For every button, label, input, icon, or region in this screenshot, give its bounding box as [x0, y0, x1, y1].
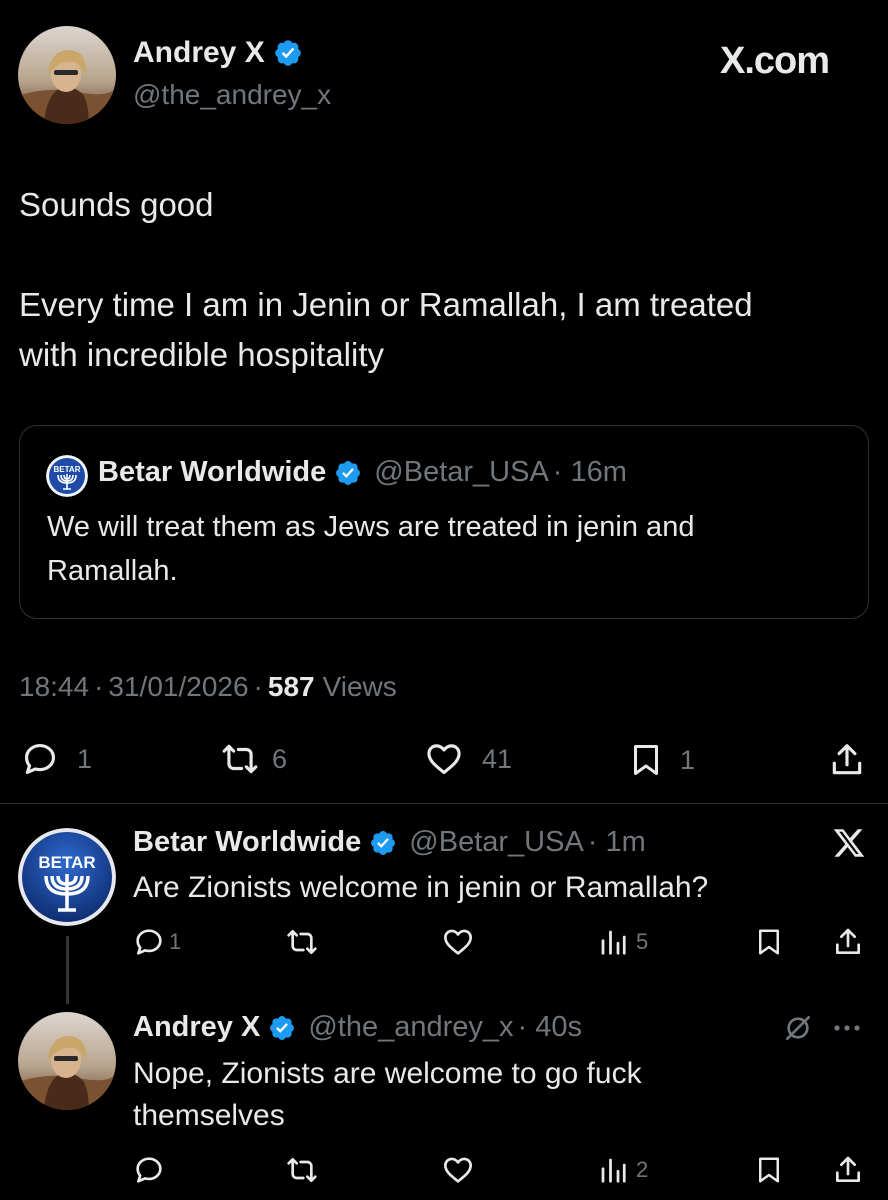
like-icon	[444, 929, 472, 955]
bookmark-count: 1	[680, 744, 696, 775]
bookmark-icon	[759, 1157, 779, 1183]
quote-author-avatar: BETAR	[46, 455, 88, 497]
views-count: 2	[636, 1157, 649, 1182]
reply-icon	[136, 929, 162, 955]
share-icon	[836, 1156, 860, 1182]
reply-author-name[interactable]: Betar Worldwide	[133, 826, 361, 859]
author-name-row: Andrey X	[133, 36, 303, 70]
views-icon	[601, 930, 626, 955]
like-icon	[444, 1157, 472, 1183]
brand-label: X.com	[720, 40, 830, 82]
reply-button[interactable]: 1	[133, 926, 181, 958]
verified-badge-icon	[268, 1014, 296, 1042]
reply-text: Are Zionists welcome in jenin or Ramalla…	[133, 871, 709, 904]
reply-text-line: themselves	[133, 1099, 285, 1132]
reply-author-avatar[interactable]: BETAR	[18, 828, 116, 926]
share-button[interactable]	[832, 926, 864, 958]
tweet-text-line: with incredible hospitality	[19, 336, 385, 373]
quote-timestamp[interactable]: · 16m	[553, 456, 627, 489]
views-button[interactable]: 5	[598, 926, 648, 958]
close-x-icon[interactable]	[832, 826, 866, 860]
share-icon	[832, 744, 862, 775]
tweet-text-line: Every time I am in Jenin or Ramallah, I …	[19, 286, 753, 323]
like-count: 41	[482, 743, 513, 774]
verified-badge-icon	[273, 38, 303, 68]
tweet-text: Sounds good Every time I am in Jenin or …	[19, 180, 753, 380]
tweet-date[interactable]: 31/01/2026	[108, 671, 248, 703]
meta-separator: ·	[253, 671, 263, 702]
betar-avatar-text: BETAR	[38, 853, 95, 872]
share-button[interactable]	[828, 740, 866, 780]
repost-icon	[287, 1158, 317, 1182]
reply-timestamp[interactable]: · 1m	[588, 826, 646, 859]
reply-text-line: Nope, Zionists are welcome to go fuck	[133, 1057, 642, 1090]
reply-header: Andrey X @the_andrey_x · 40s	[133, 1011, 582, 1044]
tweet-meta: 18:44 · 31/01/2026 · 587 Views	[19, 671, 397, 703]
verified-badge-icon	[334, 459, 362, 487]
like-button[interactable]	[441, 1154, 475, 1186]
repost-icon	[222, 744, 258, 774]
quote-text: We will treat them as Jews are treated i…	[47, 505, 694, 593]
reply-button[interactable]: 1	[21, 740, 92, 778]
share-button[interactable]	[832, 1154, 864, 1186]
repost-button[interactable]	[285, 1154, 319, 1186]
bookmark-button[interactable]: 1	[628, 740, 695, 780]
views-button[interactable]: 2	[598, 1154, 648, 1186]
like-button[interactable]: 41	[424, 740, 512, 778]
bookmark-icon	[759, 929, 779, 955]
reply-author-name[interactable]: Andrey X	[133, 1011, 260, 1044]
mute-icon[interactable]	[782, 1012, 814, 1044]
more-icon[interactable]	[830, 1016, 864, 1040]
bookmark-icon	[634, 745, 658, 775]
reply-header: Betar Worldwide @Betar_USA · 1m	[133, 826, 646, 859]
reply-count: 1	[77, 743, 93, 774]
verified-badge-icon	[369, 829, 397, 857]
like-button[interactable]	[441, 926, 475, 958]
reply-count: 1	[169, 929, 182, 954]
reply-icon	[136, 1157, 162, 1183]
reply-author-handle[interactable]: @Betar_USA	[409, 826, 584, 859]
quote-text-line: We will treat them as Jews are treated i…	[47, 511, 695, 543]
divider	[0, 803, 888, 804]
repost-count: 6	[272, 743, 288, 774]
like-icon	[427, 744, 461, 775]
bookmark-button[interactable]	[754, 926, 784, 958]
views-icon	[601, 1158, 626, 1183]
quote-author-name[interactable]: Betar Worldwide	[98, 456, 326, 489]
author-handle[interactable]: @the_andrey_x	[133, 79, 331, 111]
repost-button[interactable]	[285, 926, 319, 958]
repost-icon	[287, 930, 317, 954]
reply-button[interactable]	[133, 1154, 165, 1186]
quote-author-handle[interactable]: @Betar_USA	[374, 456, 549, 489]
quote-text-line: Ramallah.	[47, 555, 178, 587]
views-label: Views	[322, 671, 397, 702]
repost-button[interactable]: 6	[220, 740, 287, 778]
quote-header: Betar Worldwide @Betar_USA · 16m	[98, 456, 627, 489]
reply-icon	[24, 743, 56, 775]
tweet-time[interactable]: 18:44	[19, 671, 89, 703]
bookmark-button[interactable]	[754, 1154, 784, 1186]
views-count: 587	[267, 671, 315, 702]
reply-text: Nope, Zionists are welcome to go fuck th…	[133, 1053, 642, 1137]
reply-author-handle[interactable]: @the_andrey_x	[308, 1011, 513, 1044]
views-count: 5	[636, 929, 649, 954]
reply-author-avatar[interactable]	[18, 1012, 116, 1110]
thread-line	[66, 936, 69, 1004]
share-icon	[836, 928, 860, 954]
svg-text:BETAR: BETAR	[54, 465, 81, 474]
tweet-text-line: Sounds good	[19, 186, 214, 223]
author-avatar[interactable]	[18, 26, 116, 124]
author-name[interactable]: Andrey X	[133, 36, 265, 70]
meta-separator: ·	[94, 671, 104, 702]
reply-timestamp[interactable]: · 40s	[518, 1011, 582, 1044]
